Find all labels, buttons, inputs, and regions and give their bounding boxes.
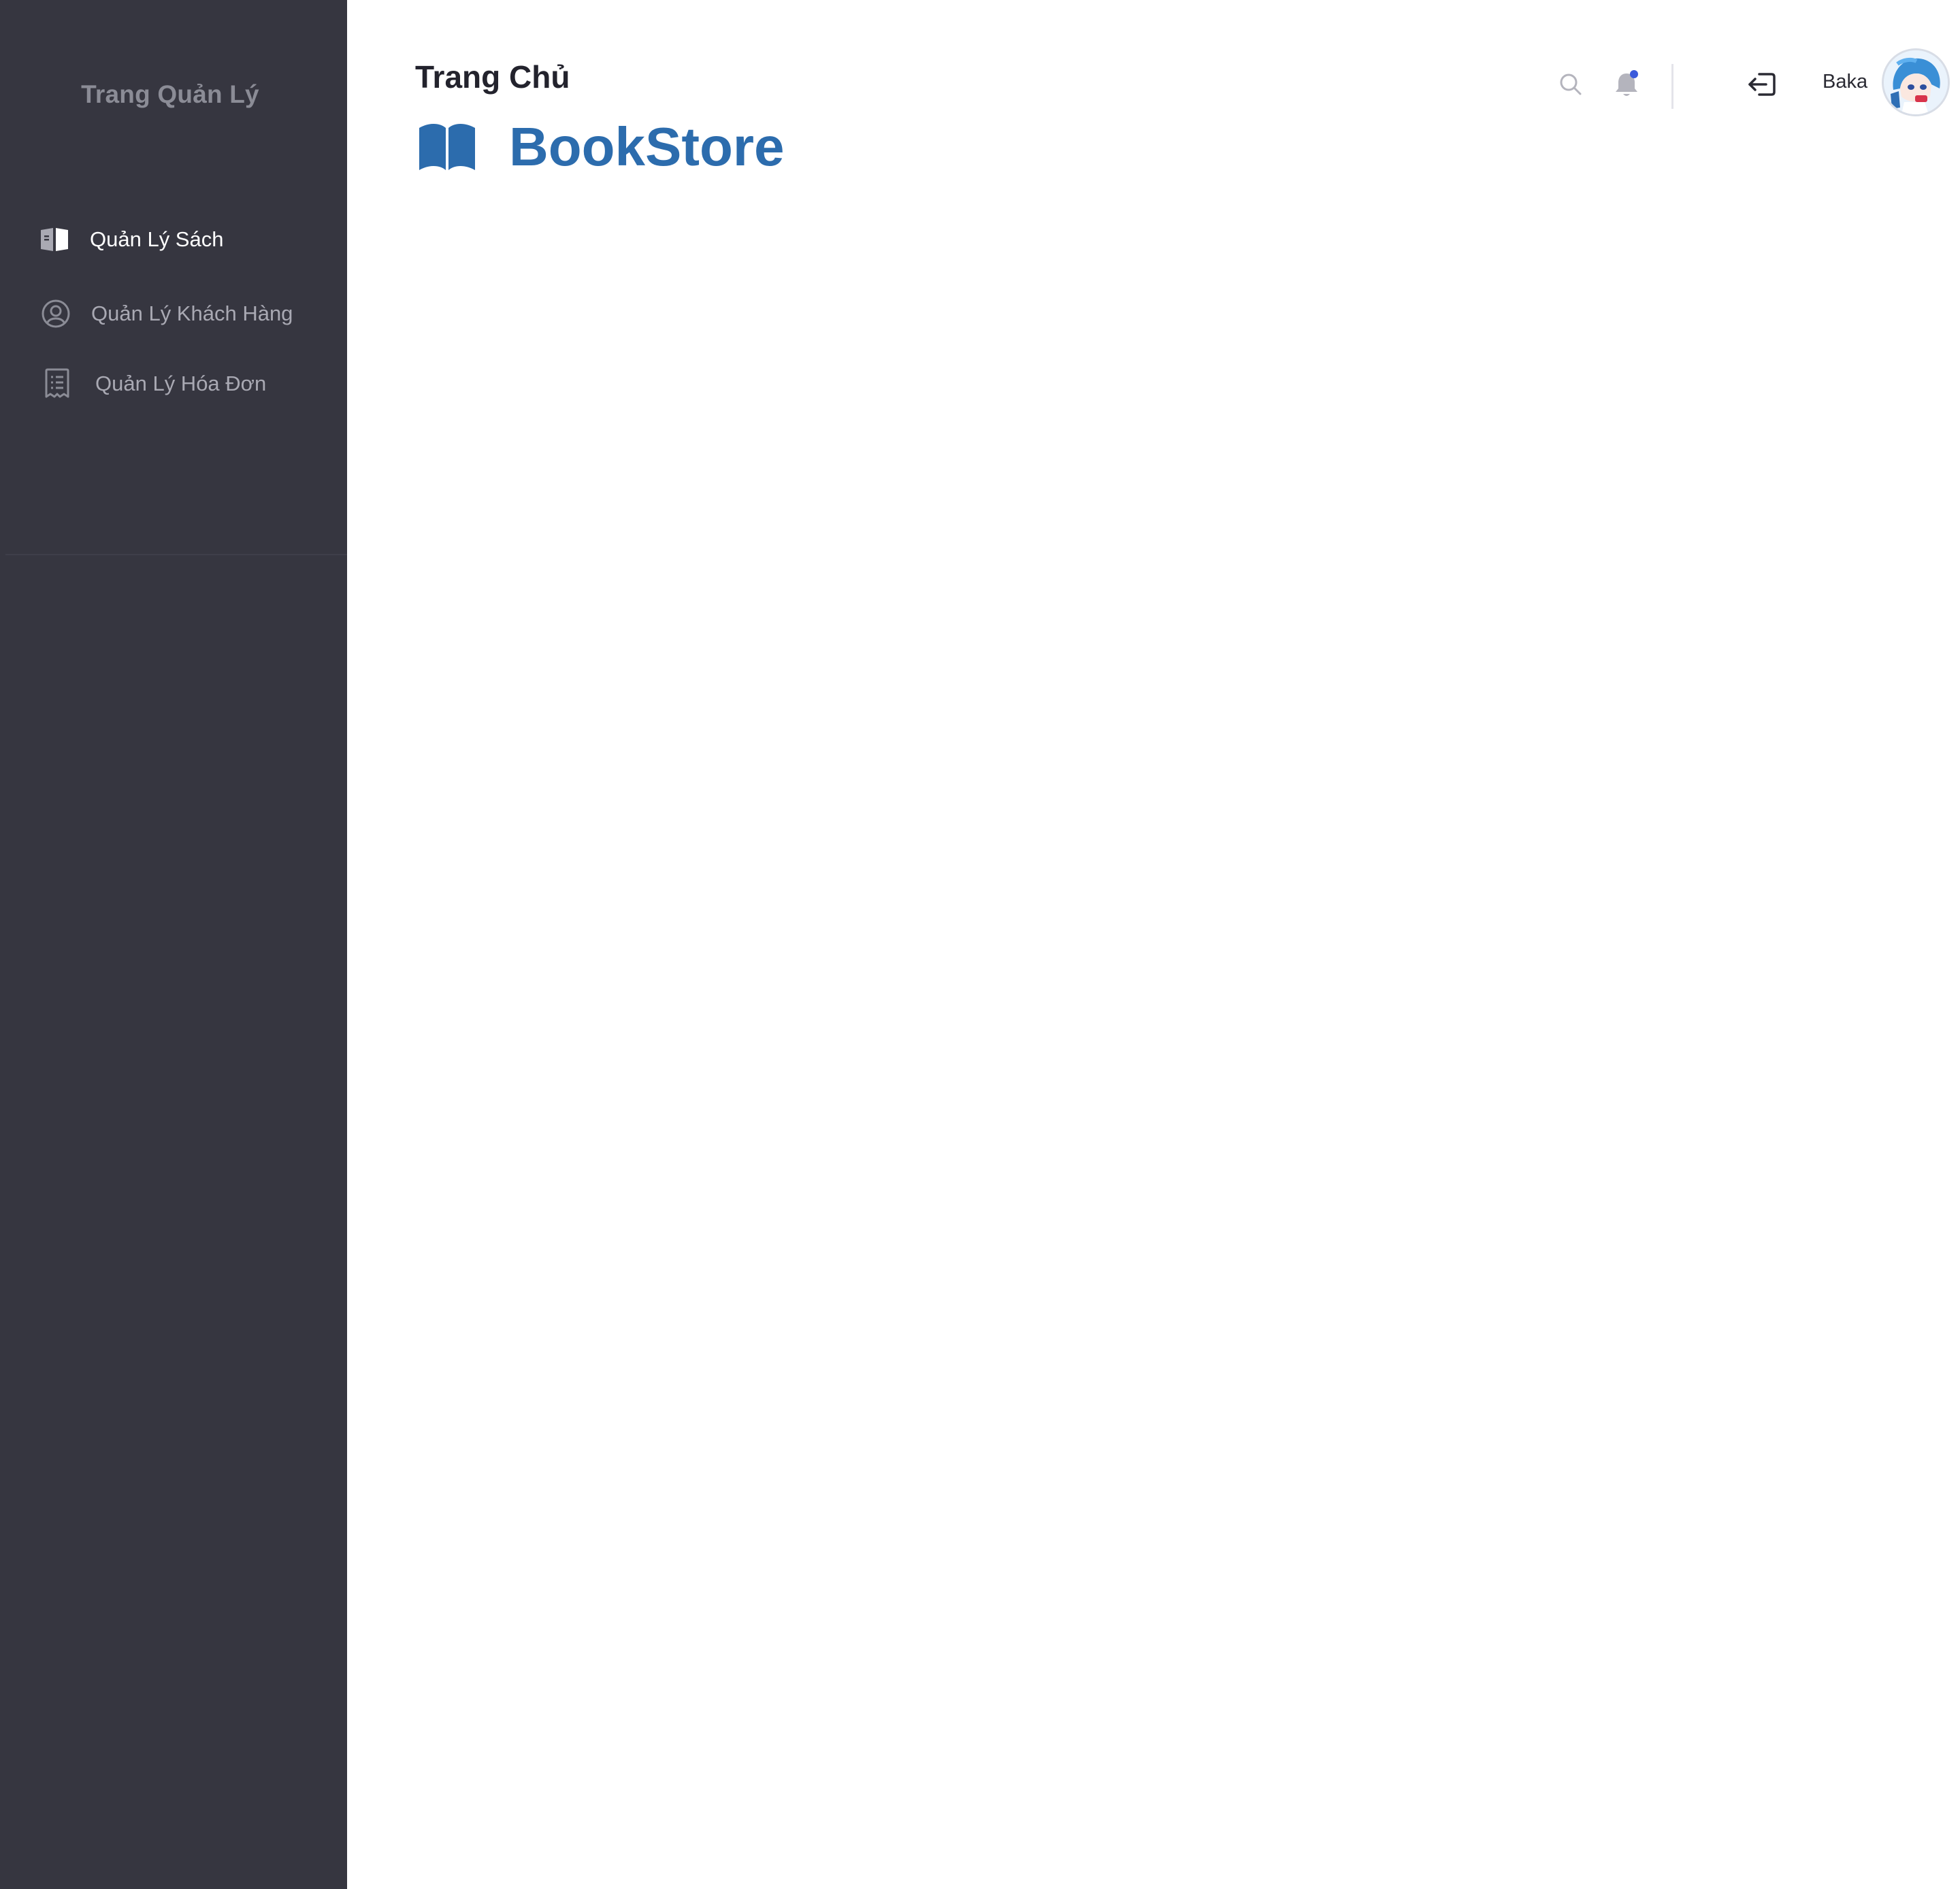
sidebar: Trang Quản Lý Quản Lý Sách Quản Lý Khách… bbox=[0, 0, 347, 1889]
sidebar-item-label: Quản Lý Sách bbox=[90, 227, 224, 251]
search-icon bbox=[1560, 73, 1582, 95]
logout-button[interactable] bbox=[1744, 65, 1782, 103]
sidebar-item-invoices[interactable]: Quản Lý Hóa Đơn bbox=[0, 357, 347, 411]
sidebar-item-label: Quản Lý Khách Hàng bbox=[91, 301, 293, 325]
book-icon bbox=[419, 124, 475, 170]
sidebar-divider bbox=[5, 554, 347, 555]
logout-icon bbox=[1748, 73, 1776, 96]
sidebar-item-label: Quản Lý Hóa Đơn bbox=[95, 372, 267, 395]
receipt-icon bbox=[44, 368, 71, 399]
bell-icon bbox=[1616, 70, 1638, 96]
sidebar-item-books[interactable]: Quản Lý Sách bbox=[0, 212, 347, 267]
logo-text: BookStore bbox=[509, 116, 785, 178]
user-name[interactable]: Baka bbox=[1823, 71, 1867, 93]
avatar[interactable] bbox=[1884, 50, 1948, 114]
notification-button[interactable] bbox=[1609, 67, 1644, 102]
user-circle-icon bbox=[41, 299, 71, 329]
bookstore-logo[interactable]: BookStore bbox=[416, 114, 785, 182]
sidebar-brand[interactable]: Trang Quản Lý bbox=[0, 80, 340, 109]
book-open-icon bbox=[39, 226, 69, 253]
toolbar-divider bbox=[1671, 64, 1673, 109]
sidebar-item-customers[interactable]: Quản Lý Khách Hàng bbox=[0, 286, 347, 341]
avatar-image bbox=[1884, 50, 1948, 114]
notification-dot bbox=[1630, 70, 1638, 78]
search-button[interactable] bbox=[1554, 68, 1587, 101]
app-root: Trang Quản Lý Quản Lý Sách Quản Lý Khách… bbox=[0, 0, 1960, 1889]
page-title: Trang Chủ bbox=[415, 59, 570, 95]
